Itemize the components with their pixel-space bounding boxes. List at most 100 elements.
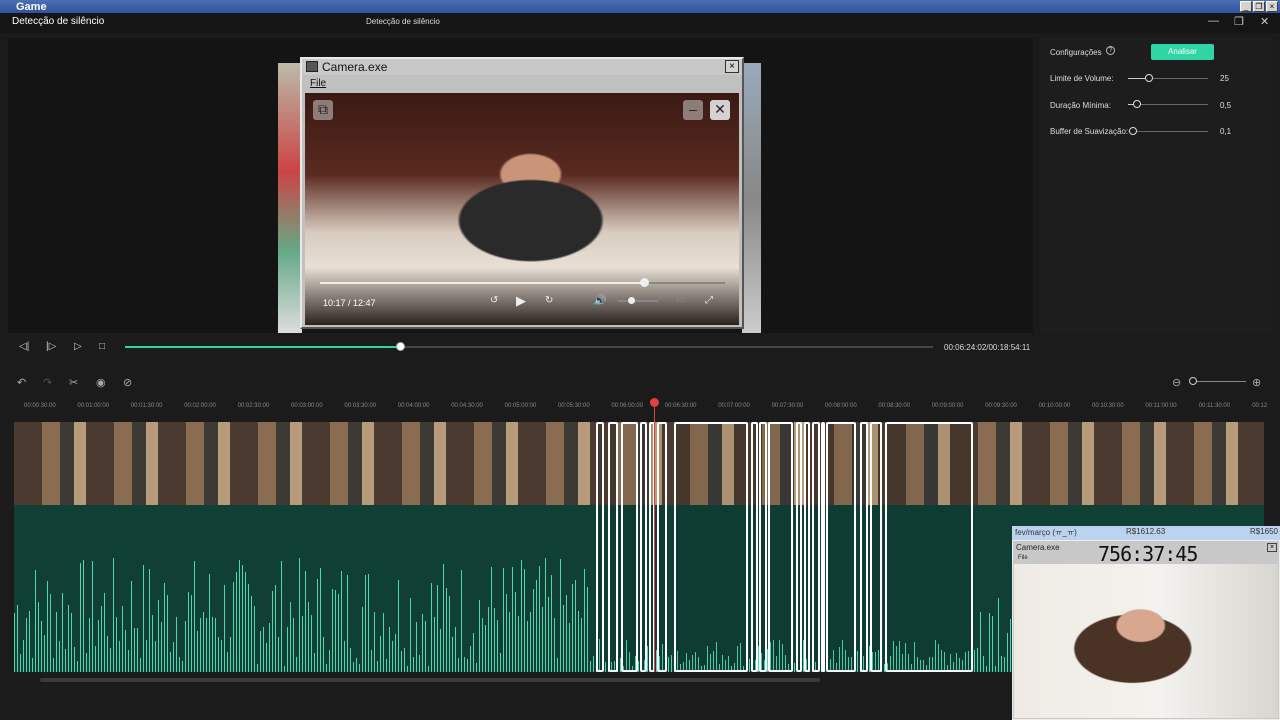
waveform-bar — [38, 602, 39, 672]
waveform-bar — [386, 659, 387, 672]
waveform-bar — [539, 566, 540, 672]
close-icon[interactable]: × — [1267, 543, 1277, 552]
volume-slider-knob[interactable] — [1145, 74, 1153, 82]
fullscreen-icon[interactable]: ⤢ — [705, 295, 713, 306]
undo-icon[interactable]: ↶ — [17, 376, 26, 389]
ruler-tick-label: 00:08:00:00 — [825, 403, 857, 409]
camera-menu-file[interactable]: File — [310, 78, 326, 89]
waveform-bar — [455, 627, 456, 672]
video-seek-knob[interactable] — [640, 278, 649, 287]
waveform-bar — [452, 637, 453, 672]
play-icon[interactable]: ▷ — [74, 341, 82, 352]
silence-segment[interactable] — [796, 422, 802, 672]
silence-segment[interactable] — [596, 422, 604, 672]
silence-segment[interactable] — [657, 422, 667, 672]
waveform-bar — [68, 605, 69, 672]
volume-icon[interactable]: 🔊 — [593, 294, 607, 307]
waveform-bar — [407, 666, 408, 672]
waveform-bar — [176, 617, 177, 672]
waveform-bar — [581, 618, 582, 672]
waveform-bar — [563, 605, 564, 672]
duration-slider-knob[interactable] — [1133, 100, 1141, 108]
waveform-bar — [320, 568, 321, 672]
silence-segment[interactable] — [812, 422, 820, 672]
waveform-bar — [470, 646, 471, 672]
duration-label: Duração Mínima: — [1050, 101, 1111, 110]
restore-icon[interactable]: ❐ — [1234, 15, 1244, 28]
timeline-scrollbar[interactable] — [40, 678, 820, 682]
silence-segment[interactable] — [885, 422, 973, 672]
close-icon[interactable]: ✕ — [710, 100, 730, 120]
silence-segment[interactable] — [751, 422, 758, 672]
silence-segment[interactable] — [674, 422, 748, 672]
redo-icon[interactable]: ↷ — [43, 376, 52, 389]
minimize-icon[interactable]: — — [1208, 15, 1219, 27]
silence-segment[interactable] — [870, 422, 882, 672]
captions-icon[interactable]: ▭ — [676, 295, 685, 306]
scissors-icon[interactable]: ✂ — [69, 376, 78, 389]
waveform-bar — [317, 579, 318, 672]
restore-icon[interactable]: ❐ — [1253, 1, 1265, 12]
capture-icon[interactable]: ⧉ — [313, 100, 333, 120]
waveform-bar — [542, 607, 543, 672]
forward-icon[interactable]: ↻ — [545, 295, 553, 306]
video-track[interactable] — [14, 422, 1264, 505]
budget-goal: R$1650 — [1249, 527, 1278, 536]
progress-knob[interactable] — [395, 342, 405, 351]
waveform-bar — [83, 560, 84, 672]
silence-segment[interactable] — [768, 422, 793, 672]
volume-knob[interactable] — [628, 297, 635, 304]
analyze-button[interactable]: Analisar — [1151, 44, 1214, 60]
silence-segment[interactable] — [759, 422, 767, 672]
waveform-bar — [101, 606, 102, 672]
buffer-slider-knob[interactable] — [1129, 127, 1137, 135]
waveform-bar — [149, 569, 150, 672]
eye-icon[interactable]: ◉ — [96, 376, 106, 389]
rewind-icon[interactable]: ↺ — [490, 295, 498, 306]
zoom-slider-knob[interactable] — [1189, 377, 1197, 385]
close-icon[interactable]: × — [1266, 1, 1278, 12]
minimize-icon[interactable]: – — [683, 100, 703, 120]
silence-segment[interactable] — [621, 422, 638, 672]
ruler-tick-label: 00:12 — [1252, 403, 1268, 409]
camera-close-button[interactable]: × — [725, 60, 739, 73]
waveform-bar — [170, 652, 171, 672]
waveform-bar — [278, 637, 279, 672]
help-icon[interactable]: ? — [1106, 46, 1115, 55]
waveform-bar — [338, 594, 339, 672]
close-icon[interactable]: ✕ — [1260, 15, 1269, 28]
waveform-bar — [335, 590, 336, 672]
zoom-in-icon[interactable]: ⊕ — [1252, 376, 1261, 389]
silence-segment[interactable] — [640, 422, 647, 672]
silence-segment[interactable] — [804, 422, 810, 672]
volume-track[interactable] — [618, 300, 658, 302]
waveform-bar — [215, 618, 216, 672]
waveform-bar — [236, 572, 237, 672]
waveform-bar — [356, 658, 357, 672]
waveform-bar — [548, 597, 549, 672]
silence-segment[interactable] — [821, 422, 825, 672]
prev-frame-icon[interactable]: ◁| — [19, 341, 29, 352]
minimize-icon[interactable]: _ — [1240, 1, 1252, 12]
waveform-bar — [545, 558, 546, 672]
waveform-bar — [500, 653, 501, 672]
webcam-menu-file[interactable]: File — [1018, 555, 1028, 561]
play-icon[interactable]: ▶ — [516, 293, 526, 309]
next-frame-icon[interactable]: |▷ — [46, 341, 56, 352]
silence-segment[interactable] — [826, 422, 856, 672]
playhead[interactable] — [654, 400, 655, 672]
buffer-slider[interactable] — [1128, 131, 1208, 132]
waveform-bar — [503, 568, 504, 672]
waveform-bar — [302, 616, 303, 672]
silence-segment[interactable] — [860, 422, 868, 672]
waveform-bar — [233, 582, 234, 672]
eye-off-icon[interactable]: ⊘ — [123, 376, 132, 389]
zoom-slider[interactable] — [1190, 381, 1246, 382]
waveform-bar — [365, 575, 366, 672]
stop-icon[interactable]: □ — [99, 341, 105, 352]
waveform-bar — [794, 663, 795, 672]
silence-segment[interactable] — [608, 422, 618, 672]
waveform-bar — [89, 618, 90, 672]
waveform-bar — [671, 655, 672, 672]
zoom-out-icon[interactable]: ⊖ — [1172, 376, 1181, 389]
